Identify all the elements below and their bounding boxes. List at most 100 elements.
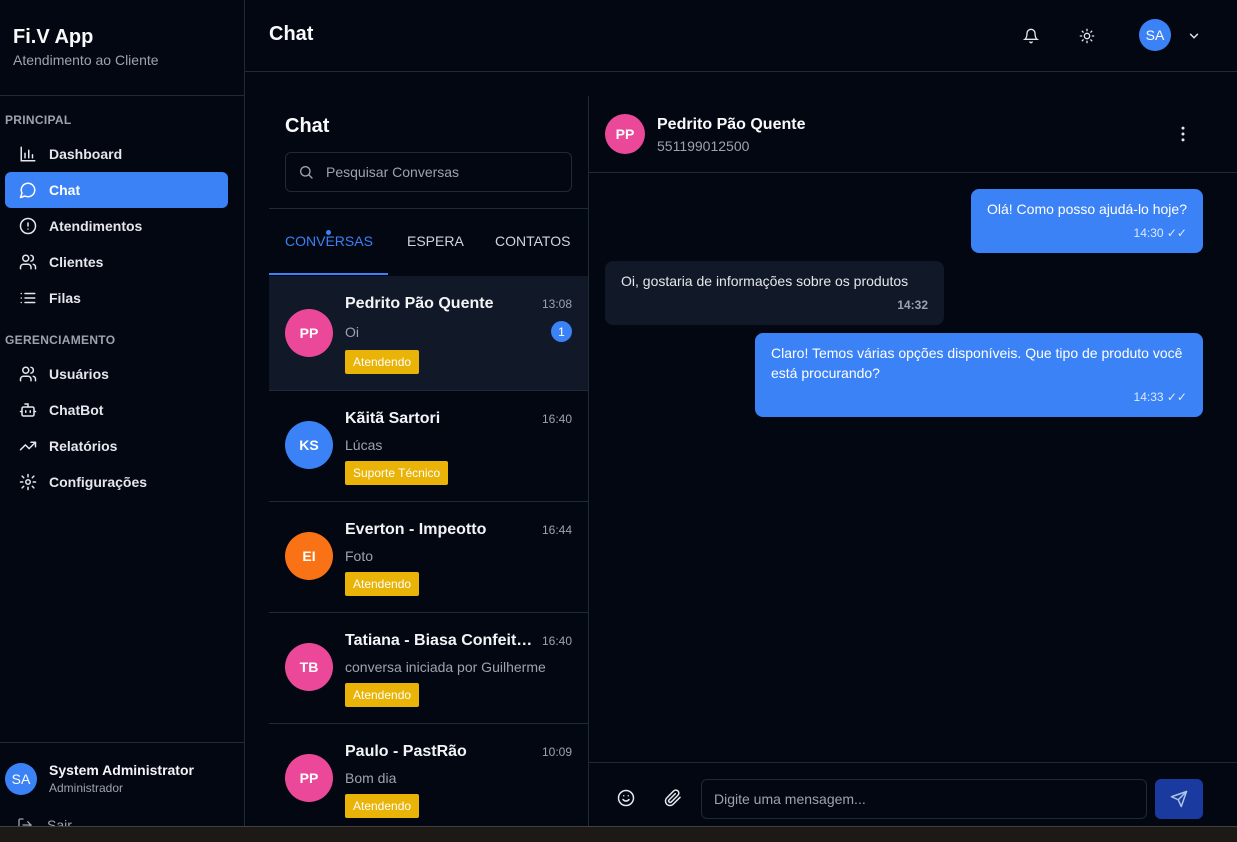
sidebar-item-filas[interactable]: Filas xyxy=(5,280,228,316)
conversation-time: 13:08 xyxy=(541,297,572,311)
tab-conversas[interactable]: CONVERSAS xyxy=(285,233,373,249)
users-icon xyxy=(18,364,38,384)
conversation-time: 16:40 xyxy=(541,412,572,426)
conversation-name: Pedrito Pão Quente xyxy=(345,295,494,312)
conversation-time: 10:09 xyxy=(541,745,572,759)
contact-phone: 551199012500 xyxy=(657,138,750,154)
avatar: PP xyxy=(605,114,645,154)
status-badge: Atendendo xyxy=(345,794,420,818)
alert-circle-icon xyxy=(18,216,38,236)
user-name: System Administrator xyxy=(49,762,194,778)
message-circle-icon xyxy=(18,180,38,200)
conversation-preview: conversa iniciada por Guilherme xyxy=(345,659,546,675)
section-principal: PRINCIPAL xyxy=(5,113,72,127)
status-badge: Suporte Técnico xyxy=(345,461,449,485)
sidebar-item-chatbot[interactable]: ChatBot xyxy=(5,392,228,428)
sidebar-user: SA System Administrator Administrador Sa… xyxy=(0,742,244,833)
unread-badge: 1 xyxy=(551,321,572,342)
sidebar-item-atendimentos[interactable]: Atendimentos xyxy=(5,208,228,244)
users-icon xyxy=(18,252,38,272)
conversation-time: 16:40 xyxy=(541,634,572,648)
sidebar-item-clientes[interactable]: Clientes xyxy=(5,244,228,280)
message-text: Olá! Como posso ajudá-lo hoje? xyxy=(986,201,1187,217)
conversation-name: Tatiana - Biasa Confeitaria xyxy=(345,632,541,649)
conversation-panel-title: Chat xyxy=(285,115,330,137)
sidebar-item-label: Atendimentos xyxy=(49,218,143,234)
message-time: 14:30 ✓✓ xyxy=(1133,226,1187,240)
section-gerenciamento: GERENCIAMENTO xyxy=(5,333,116,347)
sidebar-item-chat[interactable]: Chat xyxy=(5,172,228,208)
paperclip-icon[interactable] xyxy=(664,789,682,807)
message-bubble-outgoing: Claro! Temos várias opções disponíveis. … xyxy=(755,333,1203,417)
avatar: EI xyxy=(285,532,333,580)
user-role: Administrador xyxy=(49,781,124,795)
sidebar-item-relatorios[interactable]: Relatórios xyxy=(5,428,228,464)
avatar[interactable]: SA xyxy=(1139,19,1171,51)
sidebar-item-label: Relatórios xyxy=(49,438,118,454)
bot-icon xyxy=(18,400,38,420)
list-icon xyxy=(18,288,38,308)
bell-icon[interactable] xyxy=(1021,26,1041,46)
sidebar-item-configuracoes[interactable]: Configurações xyxy=(5,464,228,500)
conversation-name: Everton - Impeotto xyxy=(345,521,487,538)
sidebar-item-label: Clientes xyxy=(49,254,104,270)
chat-window: PP Pedrito Pão Quente 551199012500 Olá! … xyxy=(589,96,1237,826)
app-title: Fi.V App xyxy=(13,26,94,48)
conversation-time: 16:44 xyxy=(541,523,572,537)
smile-icon[interactable] xyxy=(617,789,635,807)
tab-contatos[interactable]: CONTATOS xyxy=(495,233,570,249)
status-badge: Atendendo xyxy=(345,572,420,596)
avatar: KS xyxy=(285,421,333,469)
page-title: Chat xyxy=(269,23,314,45)
send-icon xyxy=(1170,790,1188,808)
tab-espera[interactable]: ESPERA xyxy=(407,233,464,249)
sidebar-item-label: Usuários xyxy=(49,366,109,382)
sidebar-item-label: Filas xyxy=(49,290,81,306)
search-input[interactable] xyxy=(326,164,556,180)
active-tab-underline xyxy=(269,273,388,275)
message-text: Claro! Temos várias opções disponíveis. … xyxy=(771,345,1183,381)
sidebar-item-dashboard[interactable]: Dashboard xyxy=(5,136,228,172)
conversation-preview: Oi xyxy=(345,324,359,340)
message-bubble-incoming: Oi, gostaria de informações sobre os pro… xyxy=(605,261,944,325)
chat-header: PP Pedrito Pão Quente 551199012500 xyxy=(589,96,1237,173)
more-vertical-icon[interactable] xyxy=(1173,124,1193,144)
sidebar-item-usuarios[interactable]: Usuários xyxy=(5,356,228,392)
conversation-name: Kãitã Sartori xyxy=(345,410,441,427)
conversation-tabs: CONVERSAS ESPERA CONTATOS xyxy=(269,208,589,275)
sidebar-item-label: ChatBot xyxy=(49,402,104,418)
status-badge: Atendendo xyxy=(345,683,420,707)
bar-chart-icon xyxy=(18,144,38,164)
conversation-item[interactable]: PP Pedrito Pão Quente 13:08 Oi 1 Atenden… xyxy=(269,276,588,391)
avatar: PP xyxy=(285,309,333,357)
sun-icon[interactable] xyxy=(1077,26,1097,46)
conversation-item[interactable]: EI Everton - Impeotto 16:44 Foto Atenden… xyxy=(269,502,588,613)
conversation-item[interactable]: KS Kãitã Sartori 16:40 Lúcas Suporte Téc… xyxy=(269,391,588,502)
sidebar-item-label: Configurações xyxy=(49,474,148,490)
chevron-down-icon[interactable] xyxy=(1184,26,1204,46)
trending-up-icon xyxy=(18,436,38,456)
contact-name: Pedrito Pão Quente xyxy=(657,116,806,133)
avatar: TB xyxy=(285,643,333,691)
sidebar-item-label: Chat xyxy=(49,182,81,198)
conversation-item[interactable]: PP Paulo - PastRão 10:09 Bom dia Atenden… xyxy=(269,724,588,835)
search-box xyxy=(285,152,572,192)
avatar: PP xyxy=(285,754,333,802)
message-time: 14:33 ✓✓ xyxy=(1133,390,1187,404)
message-text: Oi, gostaria de informações sobre os pro… xyxy=(621,273,909,289)
sidebar-item-label: Dashboard xyxy=(49,146,123,162)
gear-icon xyxy=(18,472,38,492)
app-subtitle: Atendimento ao Cliente xyxy=(13,52,159,68)
conversation-preview: Foto xyxy=(345,548,374,564)
message-input[interactable] xyxy=(701,779,1147,819)
conversation-item[interactable]: TB Tatiana - Biasa Confeitaria 16:40 con… xyxy=(269,613,588,724)
top-header: Chat SA xyxy=(245,0,1237,72)
taskbar-strip xyxy=(0,826,1237,842)
sidebar: Fi.V App Atendimento ao Cliente PRINCIPA… xyxy=(0,0,245,833)
send-button[interactable] xyxy=(1155,779,1203,819)
conversation-list-panel: Chat CONVERSAS ESPERA CONTATOS PP Pedrit… xyxy=(269,96,589,835)
avatar[interactable]: SA xyxy=(5,763,37,795)
search-icon xyxy=(298,164,314,180)
conversation-name: Paulo - PastRão xyxy=(345,743,467,760)
message-time: 14:32 xyxy=(897,298,928,312)
